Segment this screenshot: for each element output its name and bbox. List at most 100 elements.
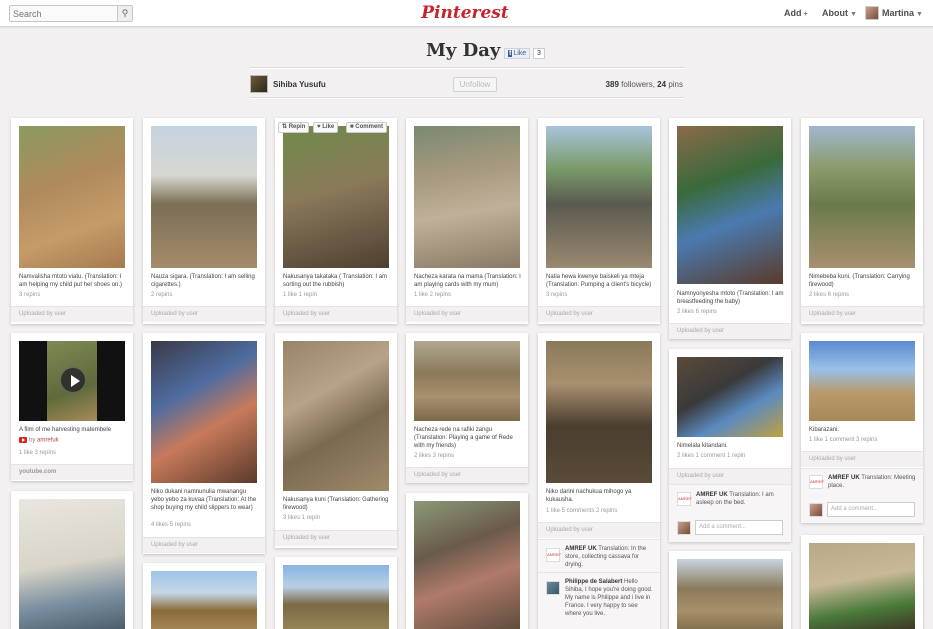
avatar[interactable] [865, 6, 879, 20]
pin-icon: ⇅ [282, 124, 288, 130]
pin-image[interactable] [19, 126, 125, 268]
avatar[interactable]: AMREF [546, 548, 561, 562]
pin-source[interactable]: Uploaded by user [801, 451, 923, 467]
pin-card[interactable]: Nacheza karata na mama (Translation: I a… [406, 118, 528, 324]
owner-avatar[interactable] [250, 75, 268, 93]
pin-source[interactable]: Uploaded by user [143, 306, 265, 322]
video-thumbnail[interactable] [19, 341, 125, 421]
pin-image[interactable] [809, 543, 915, 629]
pin-source[interactable]: Uploaded by user [11, 306, 133, 322]
pin-stats: 1 like 5 comments 2 repins [546, 508, 618, 514]
pin-card[interactable]: Nauza sigara. (Translation: I am selling… [143, 118, 265, 324]
pin-card[interactable] [801, 535, 923, 629]
pin-image[interactable] [283, 341, 389, 491]
pin-card[interactable]: Kibarazani. 1 like 1 comment 3 repins Up… [801, 333, 923, 523]
pin-caption: Natia hewa kwenye baiskeli ya mteja (Tra… [546, 274, 652, 288]
pin-source[interactable]: Uploaded by user [275, 306, 397, 322]
pin-card[interactable]: Nimelala kitandani. 2 likes 1 comment 1 … [669, 349, 791, 542]
facebook-like-button[interactable]: f Like [504, 48, 531, 59]
pin-stats: 1 like 1 repin [283, 292, 318, 298]
pin-card[interactable]: Nacheza rede na rafiki zangu (Translatio… [406, 333, 528, 483]
avatar [809, 503, 823, 517]
pin-caption: Niko darini nachukua mihogo ya kukausha. [546, 489, 632, 503]
pin-source[interactable]: Uploaded by user [538, 522, 660, 538]
pin-source[interactable]: Uploaded by user [275, 530, 397, 546]
pin-image[interactable] [19, 499, 125, 629]
pin-card[interactable] [11, 491, 133, 629]
add-plus-icon: + [803, 11, 808, 18]
pin-image[interactable] [546, 341, 652, 483]
pin-image[interactable] [677, 559, 783, 629]
pin-image[interactable] [677, 126, 783, 284]
pinterest-logo[interactable]: Pinterest [420, 3, 510, 23]
comment-text: AMREF UK Translation: Meeting place. [828, 474, 916, 490]
pin-card[interactable]: Niko dukani namnunulia mwanangu yebo yeb… [143, 333, 265, 554]
repin-button[interactable]: ⇅ Repin [278, 122, 310, 133]
comment-author[interactable]: AMREF UK [565, 546, 597, 552]
pin-source[interactable]: Uploaded by user [143, 537, 265, 553]
comment-text: Philippe de Salabert Hello Sihiba, I hop… [565, 578, 653, 618]
owner-name[interactable]: Sihiba Yusufu [273, 80, 326, 89]
pin-image[interactable] [151, 126, 257, 268]
comment-button[interactable]: ■ Comment [346, 122, 387, 133]
pin-source[interactable]: Uploaded by user [669, 323, 791, 339]
pin-source[interactable]: Uploaded by user [669, 468, 791, 484]
pin-stats: 1 like 2 repins [414, 292, 452, 298]
pin-image[interactable] [414, 126, 520, 268]
avatar[interactable]: AMREF [809, 475, 824, 489]
pin-card[interactable] [143, 563, 265, 629]
play-icon[interactable] [60, 367, 86, 393]
pin-image[interactable] [809, 126, 915, 268]
pin-caption: A film of me harvesting matembele [19, 427, 112, 433]
pin-image[interactable] [283, 565, 389, 629]
board-stats: 389 followers, 24 pins [606, 80, 683, 89]
about-menu[interactable]: About ▼ [822, 8, 857, 18]
pin-card[interactable]: ⇅ Repin ♥ Like ■ Comment Nakusanya takat… [275, 118, 397, 324]
comment-author[interactable]: AMREF UK [828, 475, 860, 481]
pin-image[interactable] [546, 126, 652, 268]
pin-card[interactable]: Namvalisha mtoto viatu. (Translation: I … [11, 118, 133, 324]
like-button[interactable]: ♥ Like [313, 122, 339, 133]
pin-card[interactable]: A film of me harvesting matembele by amr… [11, 333, 133, 481]
pin-caption: Kibarazani. [809, 427, 840, 433]
pin-image[interactable] [283, 126, 389, 268]
pin-card[interactable]: Nimebeba kuni. (Translation: Carrying fi… [801, 118, 923, 324]
pin-caption: Niko dukani namnunulia mwanangu yebo yeb… [151, 489, 257, 511]
comment-author[interactable]: AMREF UK [696, 492, 728, 498]
pin-source[interactable]: Uploaded by user [801, 306, 923, 322]
add-comment-input[interactable]: Add a comment... [695, 520, 783, 535]
pin-card[interactable] [275, 557, 397, 629]
pin-card[interactable]: Namnyonyesha mtoto (Translation: I am br… [669, 118, 791, 339]
pin-card[interactable] [669, 551, 791, 629]
source-user-link[interactable]: amrefuk [37, 438, 59, 444]
pin-image[interactable] [414, 341, 520, 421]
pin-card[interactable]: Natia hewa kwenye baiskeli ya mteja (Tra… [538, 118, 660, 324]
avatar[interactable] [546, 581, 560, 595]
pin-stats: 2 likes 3 repins [414, 453, 455, 459]
pin-image[interactable] [151, 341, 257, 483]
add-comment-input[interactable]: Add a comment... [827, 502, 915, 517]
pin-source[interactable]: youtube.com [11, 464, 133, 480]
user-name: Martina [882, 8, 915, 18]
add-menu[interactable]: Add + [784, 8, 808, 18]
pin-source[interactable]: Uploaded by user [538, 306, 660, 322]
comment-author[interactable]: Philippe de Salabert [565, 579, 622, 585]
unfollow-button[interactable]: Unfollow [453, 77, 497, 92]
pin-card[interactable]: Niko darini nachukua mihogo ya kukausha.… [538, 333, 660, 629]
pin-image[interactable] [809, 341, 915, 421]
search-icon[interactable]: ⚲ [117, 6, 132, 21]
pin-stats: 3 likes 1 repin [283, 515, 321, 521]
pin-image[interactable] [414, 501, 520, 629]
pin-source[interactable]: Uploaded by user [406, 467, 528, 483]
pin-card[interactable]: Nakusanya kuni (Translation: Gathering f… [275, 333, 397, 548]
pin-image[interactable] [677, 357, 783, 437]
chevron-down-icon: ▼ [850, 11, 857, 18]
pin-source[interactable]: Uploaded by user [406, 306, 528, 322]
pin-card[interactable] [406, 493, 528, 629]
facebook-icon: f [508, 50, 513, 57]
avatar[interactable]: AMREF [677, 492, 692, 506]
user-menu[interactable]: Martina ▼ [882, 8, 923, 18]
pin-image[interactable] [151, 571, 257, 629]
search-input[interactable] [10, 6, 118, 21]
like-label: Like [322, 124, 335, 130]
